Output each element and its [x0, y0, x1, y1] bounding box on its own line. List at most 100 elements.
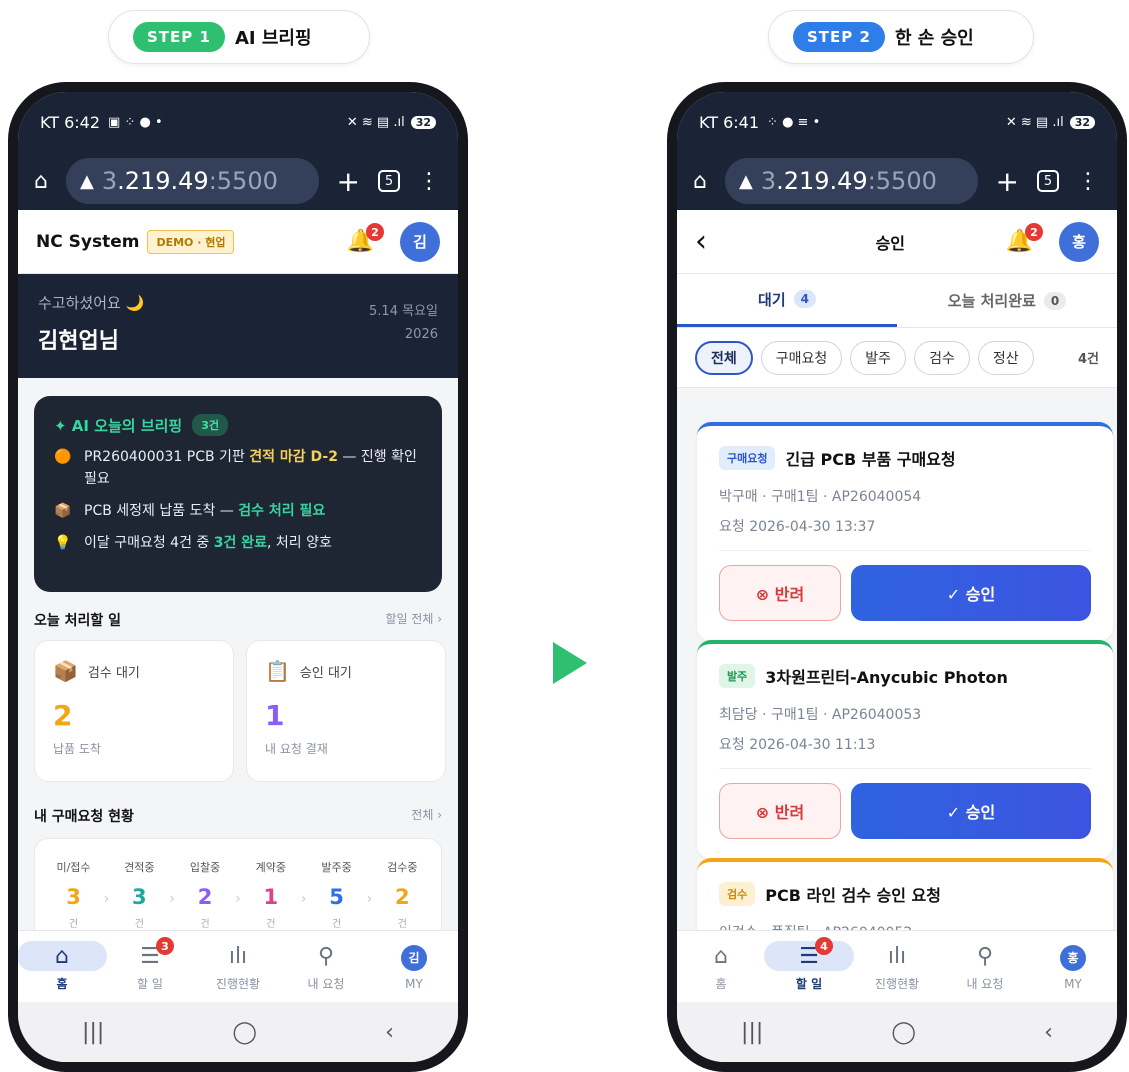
filter-chip[interactable]: 구매요청 [760, 340, 843, 375]
nav-item[interactable]: ⚲ 내 요청 [945, 941, 1025, 992]
approve-button[interactable]: ✓ 승인 [851, 783, 1091, 839]
address-bar[interactable]: ▲ 3 .219.49 :5500 [724, 158, 978, 204]
back-button[interactable]: ‹ [695, 224, 735, 259]
briefing-item-text: PCB 세정제 납품 도착 — 검수 처리 필요 [84, 503, 326, 519]
nav-label: 내 요청 [966, 977, 1004, 991]
filter-chip[interactable]: 정산 [977, 340, 1034, 375]
nav-item[interactable]: ☰ 4 할 일 [764, 937, 854, 992]
tab-switcher[interactable]: 5 [1037, 170, 1059, 192]
phone1-screen: KT 6:42 ▣ ⁘ ● • ✕ ≋ ▤ .ıl 32 ⌂ ▲ 3 .219.… [18, 92, 458, 1062]
briefing-item-highlight: 견적 마감 D-2 [249, 449, 338, 465]
stage-label: 미/접수 [56, 861, 91, 874]
approval-card[interactable]: 발주 3차원프린터-Anycubic Photon 최담당 · 구매1팀 · AP2… [697, 640, 1113, 859]
filter-chip[interactable]: 검수 [914, 340, 970, 375]
task-box[interactable]: 📋 승인 대기 1 내 요청 결재 [246, 640, 446, 782]
warning-icon: ▲ [738, 170, 753, 192]
tab-done-today[interactable]: 오늘 처리완료 0 [897, 274, 1117, 327]
tab-label: 대기 [758, 290, 786, 309]
status-time: KT 6:41 [699, 112, 760, 132]
browser-menu-icon[interactable]: ⋮ [418, 169, 440, 194]
filter-chip[interactable]: 전체 [695, 340, 753, 375]
nav-icon: ⌂ [18, 941, 107, 971]
briefing-item-text: 이달 구매요청 4건 중 3건 완료, 처리 양호 [84, 535, 332, 551]
nav-item[interactable]: ılı 진행현황 [198, 941, 278, 992]
nav-item[interactable]: ⌂ 홈 [18, 941, 107, 992]
briefing-list: 🟠 PR260400031 PCB 기판 견적 마감 D-2 — 진행 확인 필요… [54, 446, 422, 554]
status-all-link[interactable]: 전체 › [411, 806, 442, 826]
filter-chip[interactable]: 발주 [850, 340, 907, 375]
bell-icon[interactable]: 🔔 2 [347, 223, 384, 254]
status-time: KT 6:42 [40, 112, 101, 132]
stage-label: 발주중 [321, 861, 352, 874]
nav-item[interactable]: 김 MY [374, 943, 454, 991]
task-box-label: 승인 대기 [299, 665, 352, 681]
app-title: NC System [36, 231, 140, 252]
system-nav: ||| ◯ ‹ [18, 1002, 458, 1062]
avatar[interactable]: 홍 [1059, 221, 1099, 262]
task-box-value: 2 [53, 699, 73, 732]
stage-label: 검수중 [387, 861, 418, 874]
stage-value: 1 [263, 885, 279, 909]
card-request-time: 요청 2026-04-30 11:13 [719, 737, 876, 753]
task-box-sub: 내 요청 결재 [265, 742, 328, 756]
bell-icon[interactable]: 🔔 2 [1006, 223, 1043, 254]
briefing-item: 💡 이달 구매요청 4건 중 3건 완료, 처리 양호 [54, 532, 422, 554]
divider [719, 768, 1091, 769]
status-section-title: 내 구매요청 현황 [34, 809, 134, 825]
home-button-icon[interactable]: ◯ [232, 1020, 257, 1045]
reject-button[interactable]: ⊗ 반려 [719, 565, 841, 621]
reject-button[interactable]: ⊗ 반려 [719, 783, 841, 839]
recent-apps-icon[interactable]: ||| [741, 1020, 763, 1045]
nav-item[interactable]: 홍 MY [1033, 943, 1113, 991]
bell-badge: 2 [366, 223, 384, 241]
nav-icon: ⌂ [714, 943, 728, 969]
nav-badge: 4 [815, 937, 833, 955]
card-type-badge: 구매요청 [719, 446, 776, 470]
nav-item[interactable]: ılı 진행현황 [857, 941, 937, 992]
battery-icon: 32 [410, 115, 436, 129]
bottom-nav: ⌂ 홈 ☰ 4 할 일 ılı 진행현황 ⚲ 내 요청 홍 MY [677, 930, 1117, 1002]
approve-button[interactable]: ✓ 승인 [851, 565, 1091, 621]
hero-date: 5.14 목요일 [369, 304, 438, 319]
tab-pending[interactable]: 대기 4 [677, 274, 897, 327]
back-icon[interactable]: ‹ [1044, 1020, 1053, 1045]
nav-item[interactable]: ☰ 3 할 일 [110, 937, 190, 992]
home-icon[interactable]: ⌂ [693, 169, 707, 194]
ai-briefing-card[interactable]: ✦ AI 오늘의 브리핑 3건 🟠 PR260400031 PCB 기판 견적 마… [34, 396, 442, 592]
nav-icon: ⚲ [976, 943, 994, 969]
system-nav: ||| ◯ ‹ [677, 1002, 1117, 1062]
warning-icon: ▲ [79, 170, 94, 192]
step1-text: AI 브리핑 [234, 28, 312, 49]
greeting-hero: 수고하셨어요 🌙 김현업님 5.14 목요일 2026 [18, 274, 458, 378]
new-tab-icon[interactable]: + [996, 165, 1019, 198]
filter-chips: 전체 구매요청 발주 검수 정산 4건 [677, 328, 1117, 388]
nav-item[interactable]: ⌂ 홈 [681, 941, 761, 992]
back-icon[interactable]: ‹ [385, 1020, 394, 1045]
nav-label: MY [1064, 976, 1082, 991]
recent-apps-icon[interactable]: ||| [82, 1020, 104, 1045]
new-tab-icon[interactable]: + [337, 165, 360, 198]
home-button-icon[interactable]: ◯ [891, 1020, 916, 1045]
approval-card[interactable]: 구매요청 긴급 PCB 부품 구매요청 박구매 · 구매1팀 · AP2604005… [697, 422, 1113, 641]
approval-tabs: 대기 4 오늘 처리완료 0 [677, 274, 1117, 328]
url-port: :5500 [867, 167, 937, 195]
status-bar: KT 6:42 ▣ ⁘ ● • ✕ ≋ ▤ .ıl 32 [18, 92, 458, 152]
home-icon[interactable]: ⌂ [34, 169, 48, 194]
address-bar[interactable]: ▲ 3 .219.49 :5500 [65, 158, 319, 204]
tab-switcher[interactable]: 5 [378, 170, 400, 192]
today-tasks: 📦 검수 대기 2 납품 도착 📋 승인 대기 1 내 요청 결재 [34, 640, 446, 782]
today-all-link[interactable]: 할일 전체 › [385, 610, 442, 630]
nav-item[interactable]: ⚲ 내 요청 [286, 941, 366, 992]
task-box-value: 1 [265, 699, 285, 732]
avatar[interactable]: 김 [400, 221, 440, 262]
step1-pill: STEP 1 [133, 22, 225, 52]
phone-step1: KT 6:42 ▣ ⁘ ● • ✕ ≋ ▤ .ıl 32 ⌂ ▲ 3 .219.… [8, 82, 468, 1072]
briefing-item: 🟠 PR260400031 PCB 기판 견적 마감 D-2 — 진행 확인 필요 [54, 446, 422, 490]
browser-menu-icon[interactable]: ⋮ [1077, 169, 1099, 194]
stage-label: 입찰중 [189, 861, 221, 874]
tab-count: 4 [793, 290, 816, 308]
task-box[interactable]: 📦 검수 대기 2 납품 도착 [34, 640, 234, 782]
stage-unit: 건 [397, 919, 407, 930]
url-host: .219.49 [776, 167, 868, 195]
tab-label: 오늘 처리완료 [947, 292, 1036, 310]
